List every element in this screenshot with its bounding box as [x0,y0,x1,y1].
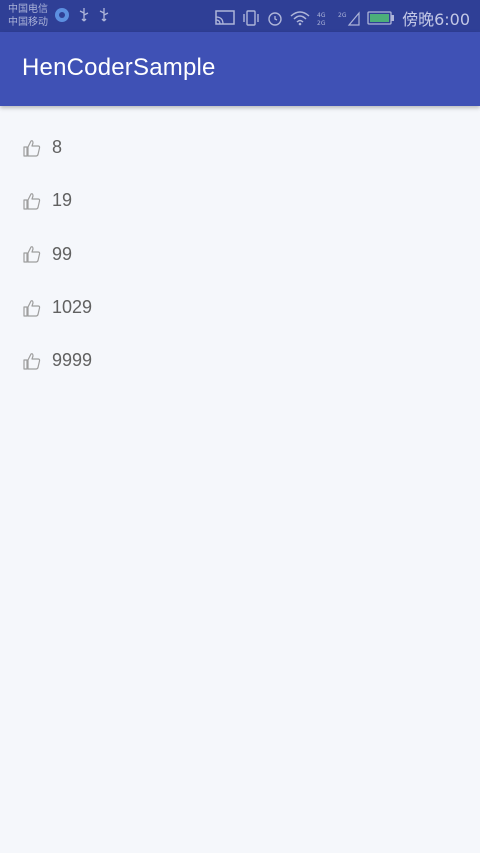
svg-text:2G: 2G [317,20,326,26]
thumbs-up-icon[interactable] [22,351,42,371]
usb-icon [79,8,89,22]
status-time: 傍晚6:00 [402,10,470,29]
carrier-labels: 中国电信 中国移动 [8,3,48,29]
wifi-icon [290,11,310,26]
vibrate-icon [243,10,259,26]
like-item[interactable]: 9999 [0,334,480,387]
thumbs-up-icon[interactable] [22,244,42,264]
app-bar: HenCoderSample [0,32,480,106]
status-right-icons: 4G 2G 2G 傍晚6:00 [215,6,470,30]
cast-icon [215,10,235,25]
signal-2g-icon: 2G [338,11,360,26]
like-item[interactable]: 8 [0,121,480,174]
svg-text:2G: 2G [338,12,347,19]
like-list: 8 19 99 1029 9999 [0,121,480,387]
like-item[interactable]: 1029 [0,281,480,334]
like-count: 8 [52,137,63,158]
battery-icon [367,11,395,25]
status-left-icons [54,7,110,23]
carrier-1: 中国电信 [8,4,48,15]
carrier-2: 中国移动 [8,17,48,28]
like-count: 99 [52,243,73,264]
like-count: 19 [52,190,73,211]
like-item[interactable]: 99 [0,228,480,281]
like-count: 9999 [52,350,93,371]
usb-icon [99,8,109,22]
signal-4g-icon: 4G 2G [317,12,326,26]
status-bar: 中国电信 中国移动 4G 2G 2G 傍晚6:00 [0,0,480,32]
thumbs-up-icon[interactable] [22,138,42,158]
svg-text:4G: 4G [317,12,326,19]
alarm-icon [268,12,282,26]
thumbs-up-icon[interactable] [22,191,42,211]
thumbs-up-icon[interactable] [22,298,42,318]
app-title: HenCoderSample [22,54,216,81]
like-count: 1029 [52,297,93,318]
vpn-icon [55,8,69,22]
like-item[interactable]: 19 [0,174,480,227]
